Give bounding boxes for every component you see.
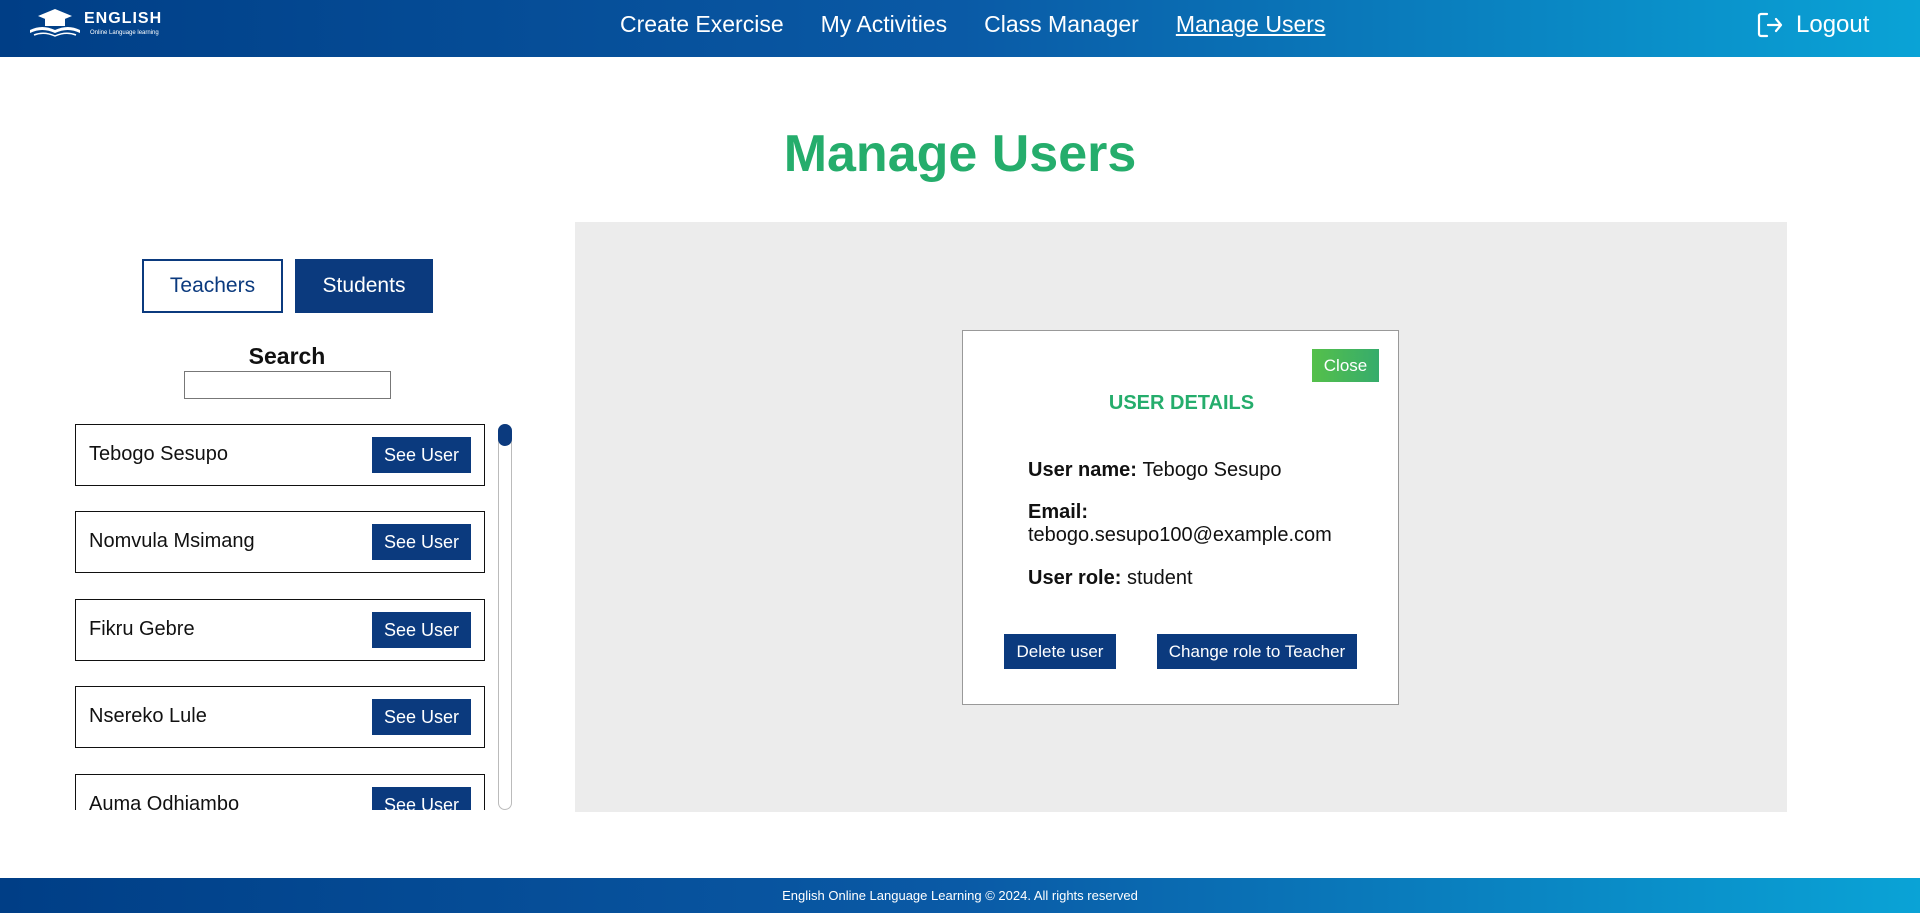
tab-teachers[interactable]: Teachers [142, 259, 283, 313]
user-name: Tebogo Sesupo [89, 443, 229, 465]
close-button[interactable]: Close [1312, 349, 1379, 382]
email-label: Email: [1028, 501, 1089, 523]
tab-students[interactable]: Students [295, 259, 433, 313]
list-item: Tebogo Sesupo See User [75, 424, 485, 486]
logout-icon [1757, 12, 1783, 38]
list-item: Auma Odhiambo See User [75, 774, 485, 810]
site-logo[interactable]: ENGLISH Online Language learning [28, 8, 168, 48]
see-user-button[interactable]: See User [372, 524, 471, 560]
role-label: User role: [1028, 567, 1127, 589]
nav-my-activities[interactable]: My Activities [821, 11, 948, 38]
logo-title: ENGLISH [84, 10, 163, 27]
user-name: Nomvula Msimang [89, 530, 255, 552]
list-item: Fikru Gebre See User [75, 599, 485, 661]
role-value: student [1126, 567, 1193, 589]
user-name: Fikru Gebre [89, 618, 195, 640]
search-label: Search [248, 343, 326, 369]
list-item: Nsereko Lule See User [75, 686, 485, 748]
username-row: User name: Tebogo Sesupo [1028, 459, 1282, 482]
logo-subtitle: Online Language learning [90, 30, 159, 36]
scrollbar-thumb[interactable] [498, 424, 512, 446]
nav-manage-users[interactable]: Manage Users [1176, 11, 1326, 38]
main-nav: Create Exercise My Activities Class Mana… [620, 0, 1362, 49]
user-name: Auma Odhiambo [89, 793, 240, 810]
role-row: User role: student [1028, 567, 1193, 590]
see-user-button[interactable]: See User [372, 437, 471, 473]
see-user-button[interactable]: See User [372, 699, 471, 735]
footer: English Online Language Learning © 2024.… [0, 878, 1920, 913]
logout-button[interactable]: Logout [1756, 10, 1869, 40]
nav-create-exercise[interactable]: Create Exercise [620, 11, 784, 38]
user-details-card: Close USER DETAILS User name: Tebogo Ses… [962, 330, 1399, 705]
username-label: User name: [1028, 459, 1143, 481]
see-user-button[interactable]: See User [372, 612, 471, 648]
change-role-button[interactable]: Change role to Teacher [1157, 634, 1357, 669]
top-navbar: ENGLISH Online Language learning Create … [0, 0, 1920, 57]
see-user-button[interactable]: See User [372, 787, 471, 810]
graduation-cap-book-icon [30, 9, 80, 37]
email-value: tebogo.sesupo100@example.com [1028, 524, 1332, 546]
search-input[interactable] [184, 371, 391, 399]
username-value: Tebogo Sesupo [1142, 459, 1282, 481]
user-details-title: USER DETAILS [1108, 392, 1255, 414]
logout-label: Logout [1796, 11, 1870, 38]
footer-copyright: English Online Language Learning © 2024.… [782, 888, 1138, 903]
user-list-scrollbar[interactable] [498, 424, 512, 810]
delete-user-button[interactable]: Delete user [1004, 634, 1116, 669]
user-list: Tebogo Sesupo See User Nomvula Msimang S… [75, 424, 485, 810]
page-title: Manage Users [783, 125, 1137, 183]
list-item: Nomvula Msimang See User [75, 511, 485, 573]
nav-class-manager[interactable]: Class Manager [984, 11, 1139, 38]
user-name: Nsereko Lule [89, 705, 207, 727]
